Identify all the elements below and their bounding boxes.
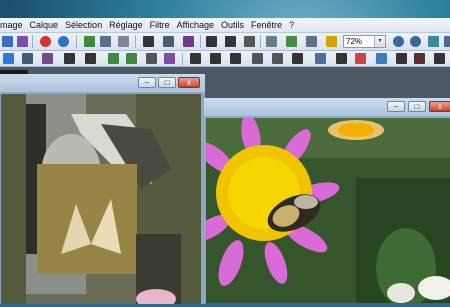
maximize-button[interactable]: □ [158,77,176,88]
brush-tool-icon[interactable] [126,53,137,64]
save-icon[interactable] [17,36,28,47]
pen-tool-icon[interactable] [108,53,119,64]
minimize-button[interactable]: – [387,101,405,112]
redo-icon[interactable] [58,36,69,47]
menu-filtre[interactable]: Filtre [150,20,170,30]
blur-tool-icon[interactable] [336,53,347,64]
menu-calque[interactable]: Calque [30,20,59,30]
image-window-flower: – □ x [191,98,450,307]
clone-tool-icon[interactable] [146,53,157,64]
shape-tool-icon[interactable] [252,53,263,64]
retouch-tool-icon[interactable] [164,53,175,64]
close-button[interactable]: x [429,101,450,112]
image-canvas-tiger[interactable] [1,94,201,307]
text-icon[interactable] [266,36,277,47]
paste-icon[interactable] [118,36,129,47]
main-toolbar: 72% ▾ [0,33,450,51]
effects-icon[interactable] [306,36,317,47]
undo-icon[interactable] [40,36,51,47]
zoom-select[interactable]: 72% ▾ [343,35,386,48]
image-window-tiger: – □ x [0,74,205,307]
paint-icon[interactable] [286,36,297,47]
actual-size-icon[interactable] [444,36,450,47]
dropper-tool-icon[interactable] [315,53,326,64]
copy-page-icon[interactable] [225,36,236,47]
eraser-tool-icon[interactable] [190,53,201,64]
menubar: mage Calque Sélection Réglage Filtre Aff… [0,18,450,33]
menu-affichage[interactable]: Affichage [177,20,214,30]
pick-tool-icon[interactable] [85,53,96,64]
histogram-icon[interactable] [414,53,425,64]
menu-reglage[interactable]: Réglage [109,20,143,30]
menu-fenetre[interactable]: Fenêtre [251,20,282,30]
wand-tool-icon[interactable] [42,53,53,64]
tiger-image [1,94,201,307]
zoom-out-icon[interactable] [410,36,421,47]
maximize-button[interactable]: □ [408,101,426,112]
fill-tool-icon[interactable] [210,53,221,64]
page-icon[interactable] [206,36,217,47]
menu-selection[interactable]: Sélection [65,20,102,30]
text-tool-icon[interactable] [292,53,303,64]
menu-help[interactable]: ? [289,20,294,30]
menu-image[interactable]: mage [0,20,23,30]
minimize-button[interactable]: – [138,77,156,88]
palette-icon[interactable] [376,53,387,64]
copy-icon[interactable] [100,36,111,47]
open-icon[interactable] [2,36,13,47]
rotate-icon[interactable] [183,36,194,47]
fit-window-icon[interactable] [428,36,439,47]
tools-toolbar [0,51,450,67]
settings-icon[interactable] [244,36,255,47]
line-tool-icon[interactable] [272,53,283,64]
layers-icon[interactable] [396,53,407,64]
folder-icon[interactable] [326,36,337,47]
cut-icon[interactable] [84,36,95,47]
select-tool-icon[interactable] [3,53,14,64]
close-button[interactable]: x [178,77,200,88]
resize-icon[interactable] [163,36,174,47]
menu-outils[interactable]: Outils [221,20,244,30]
zoom-value: 72% [346,37,363,46]
crop-icon[interactable] [143,36,154,47]
navigator-icon[interactable] [434,53,445,64]
zoom-in-icon[interactable] [393,36,404,47]
color-picker-icon[interactable] [355,53,366,64]
chevron-down-icon[interactable]: ▾ [374,36,385,47]
move-tool-icon[interactable] [64,53,75,64]
image-canvas-flower[interactable] [191,114,450,307]
gradient-tool-icon[interactable] [230,53,241,64]
flower-image [191,114,450,307]
lasso-tool-icon[interactable] [22,53,33,64]
